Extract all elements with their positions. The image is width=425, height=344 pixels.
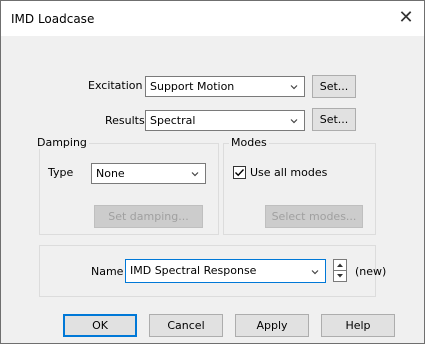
help-button[interactable]: Help xyxy=(321,314,395,337)
excitation-set-button[interactable]: Set... xyxy=(312,75,356,98)
name-combobox[interactable]: IMD Spectral Response xyxy=(125,259,326,283)
chevron-down-icon xyxy=(290,119,298,124)
results-dropdown[interactable]: Spectral xyxy=(145,110,305,131)
excitation-value: Support Motion xyxy=(150,80,235,93)
spin-down-icon[interactable] xyxy=(334,271,346,281)
results-label: Results xyxy=(105,114,145,127)
cancel-button[interactable]: Cancel xyxy=(149,314,223,337)
set-damping-button[interactable]: Set damping... xyxy=(94,205,203,228)
imd-loadcase-dialog: IMD Loadcase ✕ Excitation Support Motion… xyxy=(0,0,425,344)
chevron-down-icon xyxy=(311,270,319,275)
excitation-label: Excitation xyxy=(88,79,143,92)
chevron-down-icon xyxy=(290,85,298,90)
name-label: Name xyxy=(91,265,124,278)
damping-group-title: Damping xyxy=(35,136,89,149)
damping-type-value: None xyxy=(96,167,125,180)
checkmark-icon xyxy=(235,169,245,177)
results-value: Spectral xyxy=(150,114,196,127)
damping-type-dropdown[interactable]: None xyxy=(91,163,206,184)
modes-group-title: Modes xyxy=(229,136,269,149)
results-set-button[interactable]: Set... xyxy=(312,108,356,131)
select-modes-button[interactable]: Select modes... xyxy=(265,205,363,228)
close-icon: ✕ xyxy=(398,7,414,28)
excitation-dropdown[interactable]: Support Motion xyxy=(145,76,305,97)
chevron-down-icon xyxy=(191,172,199,177)
close-button[interactable]: ✕ xyxy=(388,1,424,36)
window-title: IMD Loadcase xyxy=(11,12,95,26)
use-all-modes-checkbox[interactable] xyxy=(233,166,246,179)
damping-type-label: Type xyxy=(48,166,74,179)
name-status: (new) xyxy=(355,265,387,278)
apply-button[interactable]: Apply xyxy=(235,314,309,337)
name-spinner[interactable] xyxy=(333,259,347,282)
name-value: IMD Spectral Response xyxy=(130,264,257,277)
spin-up-icon[interactable] xyxy=(334,260,346,270)
title-bar: IMD Loadcase ✕ xyxy=(1,1,424,36)
ok-button[interactable]: OK xyxy=(63,314,137,337)
use-all-modes-label: Use all modes xyxy=(250,166,328,179)
